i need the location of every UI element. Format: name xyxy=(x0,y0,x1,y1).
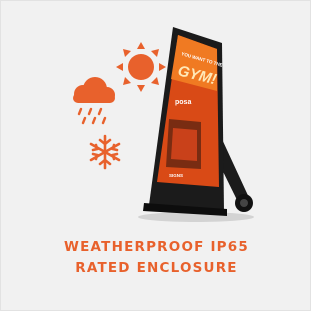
rain-cloud-icon xyxy=(73,77,115,125)
snowflake-icon xyxy=(89,134,121,170)
display-stand: YOU WANT TO THE GYM! posa SIGNS xyxy=(138,27,254,222)
screen-footer: SIGNS xyxy=(169,173,183,178)
caption-line-2: RATED ENCLOSURE xyxy=(75,260,238,276)
feature-illustration: YOU WANT TO THE GYM! posa SIGNS xyxy=(73,27,254,222)
screen-brand: posa xyxy=(175,99,191,106)
feature-caption: WEATHERPROOF IP65 RATED ENCLOSURE xyxy=(1,237,312,279)
sun-icon xyxy=(116,42,166,92)
feature-card: YOU WANT TO THE GYM! posa SIGNS WEATHERP… xyxy=(0,0,311,311)
caption-line-1: WEATHERPROOF IP65 xyxy=(64,239,249,255)
